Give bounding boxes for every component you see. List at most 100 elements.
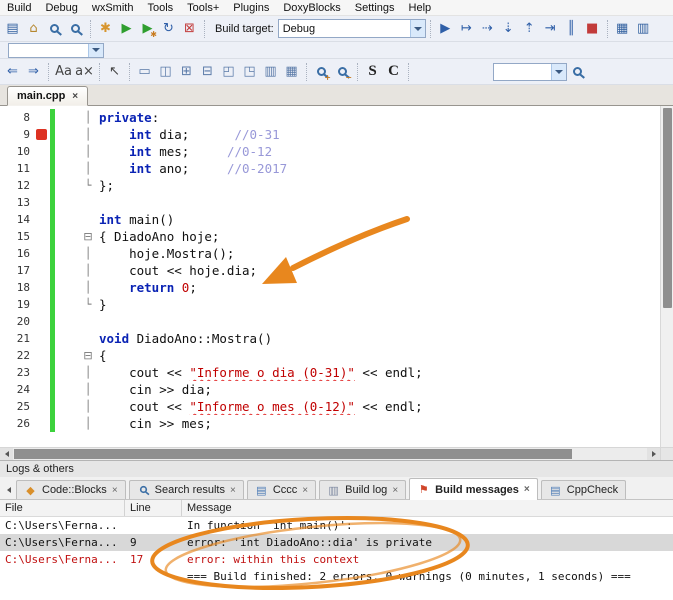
- code-text[interactable]: [95, 313, 660, 330]
- step-into-icon[interactable]: ⇣: [498, 18, 519, 39]
- breakpoint-margin[interactable]: [34, 381, 50, 398]
- breakpoint-margin[interactable]: [34, 279, 50, 296]
- incremental-search-combobox[interactable]: [493, 63, 567, 81]
- open-file-icon[interactable]: ▤: [2, 18, 23, 39]
- breakpoint-margin[interactable]: [34, 262, 50, 279]
- scrollbar-track[interactable]: [13, 448, 647, 460]
- breakpoint-margin[interactable]: [34, 330, 50, 347]
- code-text[interactable]: [95, 194, 660, 211]
- scrollbar-thumb[interactable]: [663, 108, 672, 308]
- breakpoint-margin[interactable]: [34, 398, 50, 415]
- build-target-combobox[interactable]: Debug: [278, 19, 426, 38]
- step-out-icon[interactable]: ⇡: [519, 18, 540, 39]
- close-icon[interactable]: ×: [524, 484, 530, 495]
- strip-spaces-icon[interactable]: a×: [74, 61, 95, 82]
- line-number[interactable]: 17: [0, 262, 34, 279]
- abort-build-icon[interactable]: ⊠: [179, 18, 200, 39]
- code-text[interactable]: };: [95, 177, 660, 194]
- build-icon[interactable]: ✱: [95, 18, 116, 39]
- column-header-file[interactable]: File: [0, 500, 125, 516]
- code-text[interactable]: { DiadoAno hoje;: [95, 228, 660, 245]
- find-icon[interactable]: [44, 18, 65, 39]
- menu-item-wxsmith[interactable]: wxSmith: [85, 1, 141, 15]
- breakpoint-margin[interactable]: [34, 126, 50, 143]
- line-number[interactable]: 11: [0, 160, 34, 177]
- next-line-icon[interactable]: ⇢: [477, 18, 498, 39]
- back-icon[interactable]: ⇐: [2, 61, 23, 82]
- forward-icon[interactable]: ⇒: [23, 61, 44, 82]
- code-editor[interactable]: 8│private:9│ int dia; //0-3110│ int mes;…: [0, 106, 660, 447]
- breakpoint-margin[interactable]: [34, 211, 50, 228]
- line-number[interactable]: 24: [0, 381, 34, 398]
- tabs-scroll-left-button[interactable]: [2, 480, 16, 499]
- breakpoint-margin[interactable]: [34, 364, 50, 381]
- code-text[interactable]: cout << "Informe o dia (0-31)" << endl;: [95, 364, 660, 381]
- breakpoint-margin[interactable]: [34, 415, 50, 432]
- code-text[interactable]: {: [95, 347, 660, 364]
- line-number[interactable]: 10: [0, 143, 34, 160]
- code-text[interactable]: }: [95, 296, 660, 313]
- vertical-scrollbar[interactable]: [660, 106, 673, 447]
- code-text[interactable]: cout << hoje.dia;: [95, 262, 660, 279]
- line-number[interactable]: 14: [0, 211, 34, 228]
- menu-item-debug[interactable]: Debug: [38, 1, 84, 15]
- line-number[interactable]: 26: [0, 415, 34, 432]
- break-debugger-icon[interactable]: ║: [561, 18, 582, 39]
- select-pointer-icon[interactable]: ↖: [104, 61, 125, 82]
- breakpoint-margin[interactable]: [34, 177, 50, 194]
- breakpoint-margin[interactable]: [34, 143, 50, 160]
- menu-item-help[interactable]: Help: [402, 1, 439, 15]
- breakpoint-margin[interactable]: [34, 296, 50, 313]
- stop-debugger-icon[interactable]: ■: [582, 18, 603, 39]
- zoom-in-icon[interactable]: +: [311, 61, 332, 82]
- line-number[interactable]: 19: [0, 296, 34, 313]
- view-manager-icon[interactable]: ◫: [155, 61, 176, 82]
- code-text[interactable]: int mes; //0-12: [95, 143, 660, 160]
- line-number[interactable]: 13: [0, 194, 34, 211]
- code-text[interactable]: int main(): [95, 211, 660, 228]
- symbol-c-icon[interactable]: C: [383, 61, 404, 82]
- fullscreen-icon[interactable]: ◳: [239, 61, 260, 82]
- code-text[interactable]: cin >> mes;: [95, 415, 660, 432]
- log-tab-search-results[interactable]: Search results×: [129, 480, 244, 499]
- scroll-left-button[interactable]: [0, 448, 13, 460]
- breakpoint-margin[interactable]: [34, 228, 50, 245]
- code-text[interactable]: private:: [95, 109, 660, 126]
- close-icon[interactable]: ×: [230, 485, 236, 496]
- breakpoint-margin[interactable]: [34, 245, 50, 262]
- code-text[interactable]: void DiadoAno::Mostra(): [95, 330, 660, 347]
- build-message-row-2[interactable]: C:\Users\Ferna...9error: 'int DiadoAno::…: [0, 534, 673, 551]
- code-text[interactable]: hoje.Mostra();: [95, 245, 660, 262]
- close-icon[interactable]: ×: [302, 485, 308, 496]
- breakpoint-margin[interactable]: [34, 109, 50, 126]
- menu-item-tools[interactable]: Tools+: [180, 1, 226, 15]
- close-icon[interactable]: ×: [392, 485, 398, 496]
- view-logs-icon[interactable]: ⊞: [176, 61, 197, 82]
- text-case-icon[interactable]: Aa: [53, 61, 74, 82]
- code-text[interactable]: cin >> dia;: [95, 381, 660, 398]
- breakpoint-margin[interactable]: [34, 347, 50, 364]
- rebuild-icon[interactable]: ↻: [158, 18, 179, 39]
- run-icon[interactable]: ▶: [116, 18, 137, 39]
- code-text[interactable]: return 0;: [95, 279, 660, 296]
- line-number[interactable]: 23: [0, 364, 34, 381]
- debug-continue-icon[interactable]: ▶: [435, 18, 456, 39]
- column-header-line[interactable]: Line: [125, 500, 182, 516]
- log-tab-build-log[interactable]: ▥Build log×: [319, 480, 406, 499]
- dropdown-arrow-icon[interactable]: [551, 64, 566, 80]
- start-page-icon[interactable]: ⌂: [23, 18, 44, 39]
- symbol-s-icon[interactable]: S: [362, 61, 383, 82]
- menu-item-settings[interactable]: Settings: [348, 1, 402, 15]
- zoom-out-icon[interactable]: −: [332, 61, 353, 82]
- build-message-row-3[interactable]: C:\Users\Ferna...17error: within this co…: [0, 551, 673, 568]
- menu-item-build[interactable]: Build: [0, 1, 38, 15]
- log-tab-cccc[interactable]: ▤Cccc×: [247, 480, 316, 499]
- dropdown-arrow-icon[interactable]: [410, 20, 425, 37]
- line-number[interactable]: 16: [0, 245, 34, 262]
- view-statusbar-icon[interactable]: ⊟: [197, 61, 218, 82]
- horizontal-scrollbar[interactable]: [0, 447, 673, 460]
- scrollbar-thumb[interactable]: [14, 449, 572, 459]
- run-to-cursor-icon[interactable]: ↦: [456, 18, 477, 39]
- code-text[interactable]: cout << "Informe o mes (0-12)" << endl;: [95, 398, 660, 415]
- focus-editor-icon[interactable]: ▥: [260, 61, 281, 82]
